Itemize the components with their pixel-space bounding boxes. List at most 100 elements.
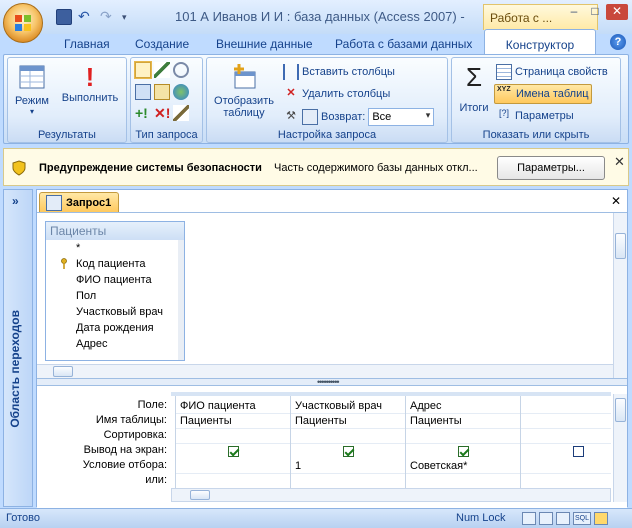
tab-create[interactable]: Создание bbox=[135, 37, 189, 51]
union-query-icon[interactable] bbox=[173, 84, 189, 100]
grid-cell-sort[interactable] bbox=[176, 429, 290, 444]
show-checkbox[interactable] bbox=[573, 446, 584, 457]
undo-icon[interactable]: ↶ bbox=[78, 9, 94, 25]
field-list-item[interactable]: Дата рождения bbox=[46, 320, 184, 336]
customize-qat-icon[interactable]: ▾ bbox=[122, 9, 138, 25]
grid-horizontal-scrollbar[interactable] bbox=[171, 488, 611, 502]
delete-query-icon[interactable]: ✕! bbox=[154, 105, 170, 121]
append-plus-icon[interactable]: +! bbox=[135, 105, 151, 121]
security-options-button[interactable]: Параметры... bbox=[497, 156, 605, 180]
show-checkbox[interactable] bbox=[343, 446, 354, 457]
tab-design[interactable]: Конструктор bbox=[484, 29, 596, 55]
tab-database-tools[interactable]: Работа с базами данных bbox=[335, 37, 472, 51]
view-button[interactable]: Режим ▾ bbox=[12, 62, 52, 116]
insert-columns-button[interactable]: Вставить столбцы bbox=[283, 64, 395, 80]
sql-view-icon[interactable]: SQL bbox=[573, 512, 591, 525]
grid-vertical-scrollbar[interactable] bbox=[613, 394, 627, 502]
field-list-item-key[interactable]: Код пациента bbox=[46, 256, 184, 272]
grid-cell-criteria[interactable] bbox=[176, 459, 290, 474]
grid-cell-table[interactable]: Пациенты bbox=[291, 414, 405, 429]
table-names-button[interactable]: XYZ Имена таблиц bbox=[494, 84, 592, 104]
tab-external-data[interactable]: Внешние данные bbox=[216, 37, 313, 51]
grid-cell-or[interactable] bbox=[406, 474, 520, 489]
delete-columns-button[interactable]: ✕ Удалить столбцы bbox=[283, 86, 390, 102]
return-select-value: Все bbox=[372, 111, 392, 123]
row-label-criteria: Условие отбора: bbox=[82, 459, 167, 471]
select-query-icon[interactable] bbox=[134, 61, 152, 79]
parameters-button[interactable]: [?] Параметры bbox=[496, 108, 574, 124]
office-button[interactable] bbox=[3, 3, 43, 43]
field-list-item[interactable]: Участковый врач bbox=[46, 304, 184, 320]
grid-cell-field[interactable]: Участковый врач bbox=[291, 399, 405, 414]
grid-cell-criteria[interactable]: 1 bbox=[291, 459, 405, 474]
pane-splitter[interactable]: •••••••••• bbox=[37, 378, 627, 387]
close-document-icon[interactable]: ✕ bbox=[611, 194, 621, 208]
scroll-thumb[interactable] bbox=[615, 233, 626, 259]
vertical-scrollbar[interactable] bbox=[613, 213, 627, 379]
view-label: Режим bbox=[15, 95, 49, 107]
grid-cell-field[interactable] bbox=[521, 399, 611, 414]
grid-cell-sort[interactable] bbox=[521, 429, 611, 444]
close-icon[interactable]: ✕ bbox=[614, 154, 625, 170]
field-list-item[interactable]: Адрес bbox=[46, 336, 184, 352]
grid-cell-table[interactable]: Пациенты bbox=[176, 414, 290, 429]
pivot-table-icon[interactable] bbox=[539, 512, 553, 525]
data-definition-icon[interactable] bbox=[173, 105, 189, 121]
scroll-thumb[interactable] bbox=[53, 366, 73, 377]
tab-home[interactable]: Главная bbox=[64, 37, 110, 51]
grid-cell-field[interactable]: ФИО пациента bbox=[176, 399, 290, 414]
show-checkbox[interactable] bbox=[228, 446, 239, 457]
navigation-pane-label: Область переходов bbox=[8, 310, 22, 428]
close-button[interactable]: ✕ bbox=[606, 4, 628, 20]
append-query-icon[interactable] bbox=[154, 84, 170, 100]
horizontal-scrollbar[interactable] bbox=[37, 364, 613, 378]
grid-cell-or[interactable] bbox=[176, 474, 290, 489]
chevron-down-icon: ▾ bbox=[425, 110, 431, 120]
grid-cell-sort[interactable] bbox=[406, 429, 520, 444]
show-checkbox[interactable] bbox=[458, 446, 469, 457]
make-table-query-icon[interactable] bbox=[135, 84, 151, 100]
grid-cell-table[interactable]: Пациенты bbox=[406, 414, 520, 429]
delete-columns-icon: ✕ bbox=[286, 87, 296, 99]
table-field-list[interactable]: Пациенты * Код пациента ФИО пациента Пол… bbox=[45, 221, 185, 361]
field-list-item[interactable]: ФИО пациента bbox=[46, 272, 184, 288]
grid-cell-criteria[interactable]: Советская* bbox=[406, 459, 520, 474]
run-button[interactable]: ! Выполнить bbox=[58, 62, 122, 104]
help-icon[interactable]: ? bbox=[610, 34, 626, 50]
update-query-icon[interactable] bbox=[154, 62, 170, 78]
grid-cell-criteria[interactable] bbox=[521, 459, 611, 474]
field-list-title: Пациенты bbox=[46, 222, 184, 240]
return-select[interactable]: Все ▾ bbox=[368, 108, 435, 126]
group-query-setup-title: Настройка запроса bbox=[277, 129, 377, 141]
pivot-chart-icon[interactable] bbox=[556, 512, 570, 525]
status-numlock: Num Lock bbox=[456, 512, 506, 524]
scroll-thumb[interactable] bbox=[615, 398, 626, 422]
navigation-pane[interactable]: » Область переходов bbox=[3, 189, 33, 507]
grid-cell-or[interactable] bbox=[521, 474, 611, 489]
field-list-item[interactable]: * bbox=[46, 240, 184, 256]
datasheet-view-icon[interactable] bbox=[522, 512, 536, 525]
grid-cell-field[interactable]: Адрес bbox=[406, 399, 520, 414]
crosstab-query-icon[interactable] bbox=[173, 62, 189, 78]
minimize-button[interactable]: – bbox=[563, 4, 585, 20]
show-table-button[interactable]: Отобразить таблицу bbox=[209, 62, 279, 119]
builder-icon[interactable]: ⚒ bbox=[283, 109, 299, 125]
field-list-item[interactable]: Пол bbox=[46, 288, 184, 304]
security-warning-title: Предупреждение системы безопасности bbox=[39, 162, 262, 174]
totals-button[interactable]: Σ Итоги bbox=[455, 62, 493, 114]
tab-query1[interactable]: Запрос1 bbox=[39, 192, 119, 212]
resize-grip-icon[interactable] bbox=[612, 512, 626, 525]
design-view-icon[interactable] bbox=[594, 512, 608, 525]
maximize-button[interactable]: □ bbox=[584, 4, 606, 20]
redo-icon[interactable]: ↷ bbox=[100, 9, 116, 25]
save-icon[interactable] bbox=[56, 9, 72, 25]
expand-chevron-icon[interactable]: » bbox=[12, 194, 19, 208]
scroll-thumb[interactable] bbox=[190, 490, 210, 500]
property-sheet-button[interactable]: Страница свойств bbox=[496, 64, 608, 80]
field-list-scrollbar[interactable] bbox=[178, 240, 184, 360]
grid-cell-sort[interactable] bbox=[291, 429, 405, 444]
parameters-icon: [?] bbox=[498, 108, 509, 118]
grid-cell-or[interactable] bbox=[291, 474, 405, 489]
grid-cell-table[interactable] bbox=[521, 414, 611, 429]
group-query-type-title: Тип запроса bbox=[135, 129, 198, 141]
